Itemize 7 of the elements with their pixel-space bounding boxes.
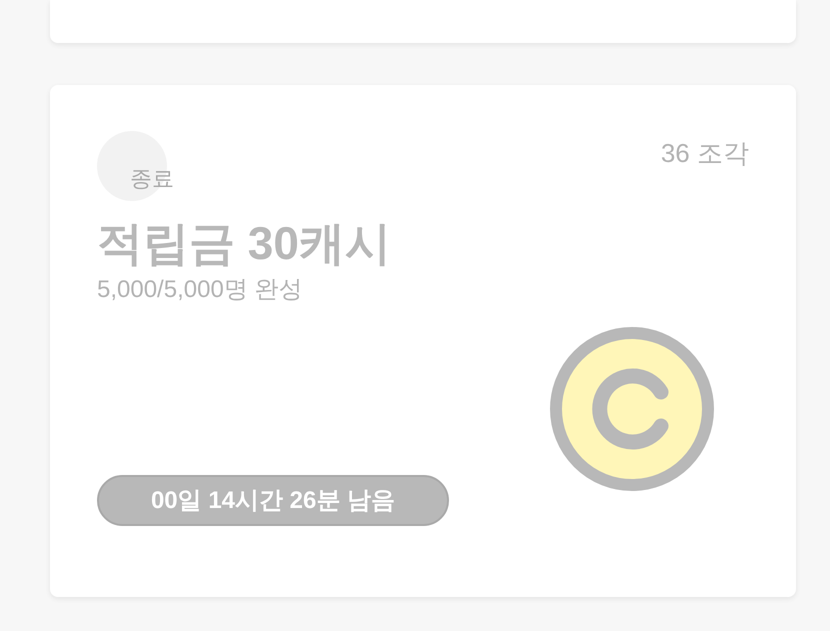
pieces-count: 36 조각 (660, 137, 749, 170)
status-label: 종료 (130, 165, 174, 193)
reward-card[interactable]: 종료 36 조각 적립금 30캐시 5,000/5,000명 완성 00일 14시간 26분 남음 (50, 85, 796, 597)
time-left-badge: 00일 14시간 26분 남음 (97, 475, 449, 526)
progress-text: 5,000/5,000명 완성 (97, 275, 304, 305)
reward-title: 적립금 30캐시 (97, 217, 392, 269)
coin-icon (550, 327, 714, 491)
